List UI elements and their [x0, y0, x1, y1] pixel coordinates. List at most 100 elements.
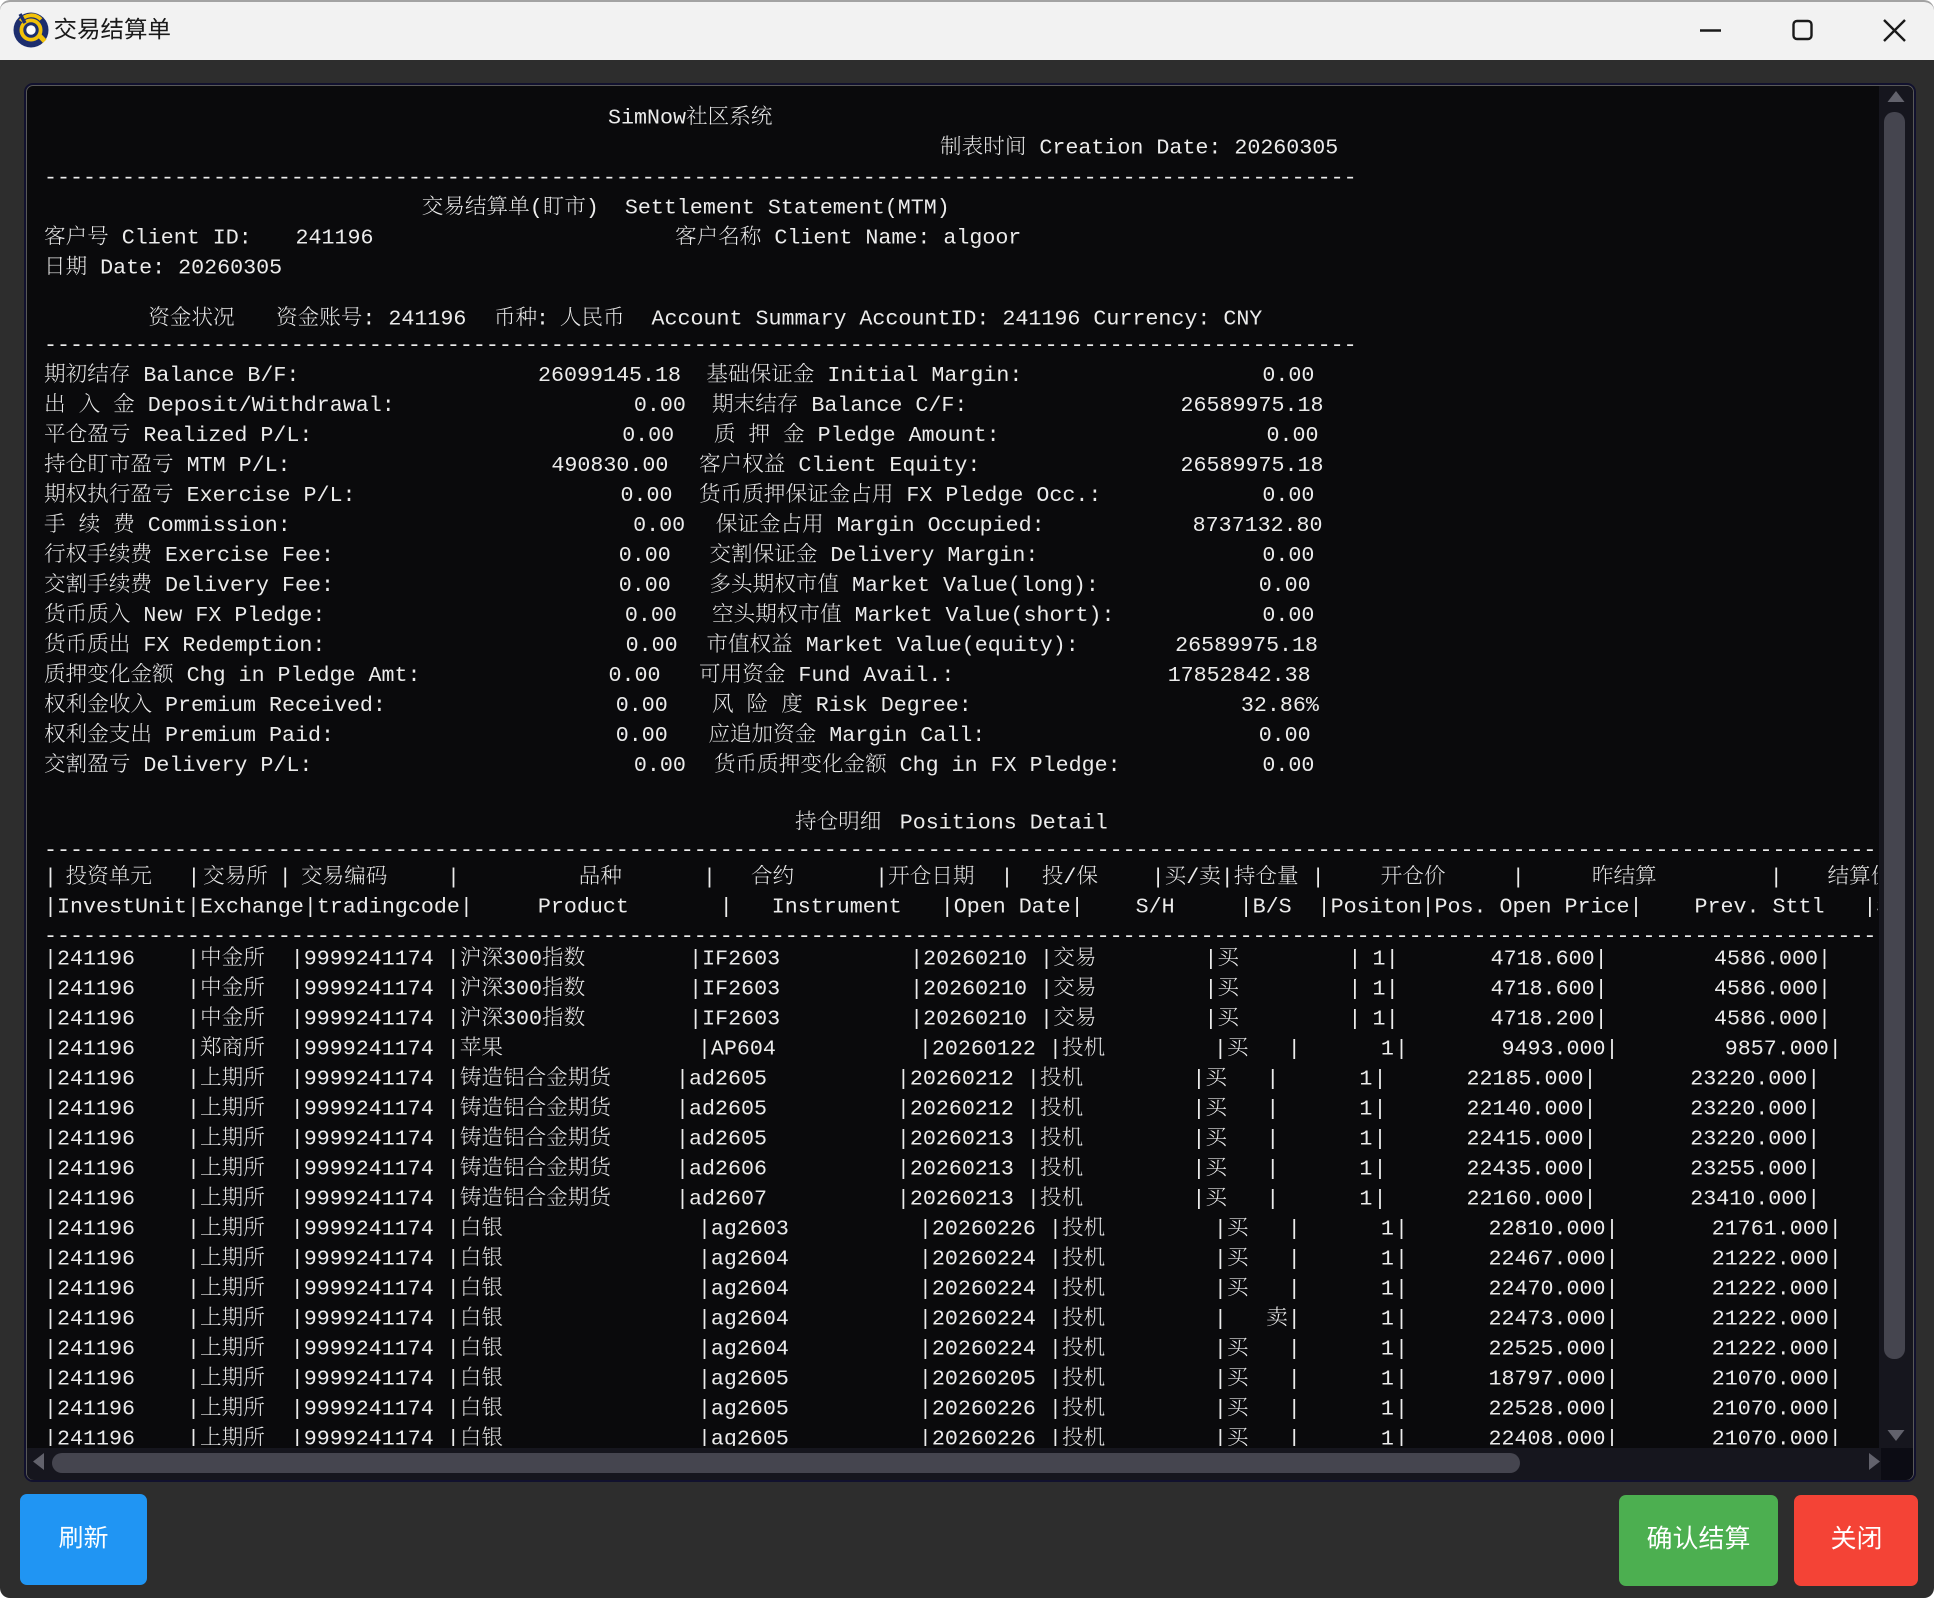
svg-text:|AP604 |20260122 |: |AP604 |20260122 | [503, 1037, 1062, 1062]
svg-text:0.00: 0.00 [1259, 723, 1311, 748]
svg-text:1: 1 [1381, 1217, 1394, 1242]
svg-text:4718.200: 4718.200 [1491, 1007, 1595, 1032]
svg-text:1: 1 [1381, 1247, 1394, 1272]
svg-text:|: | [447, 865, 460, 890]
svg-text:|: | [187, 865, 200, 890]
svg-text:23410.000: 23410.000 [1690, 1187, 1807, 1212]
svg-text:|: | [1606, 1037, 1619, 1062]
svg-text:|: | [1829, 1037, 1842, 1062]
svg-text:|IF2603 |20260210 |: |IF2603 |20260210 | [585, 947, 1053, 972]
svg-text:490830.00: 490830.00 [551, 453, 668, 478]
svg-text:) Settlement Statement(MTM): ) Settlement Statement(MTM) [586, 196, 950, 221]
svg-text:|: | [1386, 947, 1399, 972]
svg-text:|: | [1818, 1007, 1831, 1032]
svg-text:1: 1 [1373, 947, 1386, 972]
svg-text:|ag2605 |20260226 |: |ag2605 |20260226 | [503, 1397, 1062, 1422]
svg-text:|: | [1374, 1067, 1387, 1092]
svg-text:21222.000: 21222.000 [1712, 1277, 1829, 1302]
svg-text:21070.000: 21070.000 [1712, 1367, 1829, 1392]
svg-text:|: | [1395, 1337, 1408, 1362]
svg-text:|ag2604 |20260224 |: |ag2604 |20260224 | [503, 1307, 1062, 1332]
svg-text:|: | [1374, 1157, 1387, 1182]
svg-text:|: | [1386, 977, 1399, 1002]
svg-text:|: | [1288, 1397, 1301, 1422]
svg-text:0.00: 0.00 [1262, 483, 1314, 508]
svg-text:Chg in Pledge Amt:: Chg in Pledge Amt: [174, 663, 421, 688]
svg-text:|: | [1152, 865, 1165, 890]
svg-text:1: 1 [1381, 1367, 1394, 1392]
svg-text:0.00: 0.00 [625, 603, 677, 628]
svg-text:Pledge Amount:: Pledge Amount: [805, 423, 1000, 448]
svg-text:0.00: 0.00 [609, 663, 661, 688]
svg-text:Date: 20260305: Date: 20260305 [87, 256, 282, 281]
svg-text:|: | [1288, 1307, 1301, 1332]
svg-text:|241196 |: |241196 | [44, 1187, 200, 1212]
svg-text:|: | [1829, 1277, 1842, 1302]
svg-text:300: 300 [503, 977, 542, 1002]
svg-text:241196: 241196 [296, 226, 374, 251]
svg-text:|9999241174 |: |9999241174 | [265, 1217, 460, 1242]
svg-text:4586.000: 4586.000 [1714, 947, 1818, 972]
svg-text:|: | [1829, 1367, 1842, 1392]
svg-text:|241196 |: |241196 | [44, 1217, 200, 1242]
svg-text:Premium Received:: Premium Received: [152, 693, 386, 718]
svg-text:FX Pledge Occ.:: FX Pledge Occ.: [893, 483, 1101, 508]
svg-text:FX Redemption:: FX Redemption: [130, 633, 325, 658]
svg-text:|: | [1192, 1127, 1205, 1152]
svg-text:|: | [1807, 1127, 1820, 1152]
svg-text:|: | [1807, 1187, 1820, 1212]
svg-text:|: | [1829, 1337, 1842, 1362]
svg-text:|ag2605 |20260205 |: |ag2605 |20260205 | [503, 1367, 1062, 1392]
svg-text:|: | [1288, 1037, 1301, 1062]
svg-text:|9999241174 |: |9999241174 | [265, 1337, 460, 1362]
svg-text:|9999241174 |: |9999241174 | [265, 1127, 460, 1152]
svg-text:|: | [1829, 1307, 1842, 1332]
svg-text:0.00: 0.00 [634, 393, 686, 418]
svg-text:Market Value(equity):: Market Value(equity): [793, 633, 1079, 658]
svg-text:21761.000: 21761.000 [1712, 1217, 1829, 1242]
svg-text:|: | [875, 865, 888, 890]
svg-text:|: | [1288, 1277, 1301, 1302]
svg-text:------------------------------: ----------------------------------------… [44, 333, 1357, 358]
svg-text:|: | [1807, 1157, 1820, 1182]
svg-text:Chg in FX Pledge:: Chg in FX Pledge: [887, 753, 1121, 778]
svg-text:|241196 |: |241196 | [44, 1097, 200, 1122]
svg-text:0.00: 0.00 [1262, 603, 1314, 628]
svg-text:1: 1 [1373, 1007, 1386, 1032]
svg-text:|9999241174 |: |9999241174 | [265, 947, 460, 972]
svg-text:23220.000: 23220.000 [1690, 1097, 1807, 1122]
svg-text:1: 1 [1359, 1127, 1372, 1152]
svg-text:|ad2607 |20260213 |: |ad2607 |20260213 | [611, 1187, 1040, 1212]
svg-text:1: 1 [1359, 1067, 1372, 1092]
svg-text:|241196 |: |241196 | [44, 1427, 200, 1452]
svg-text:22473.000: 22473.000 [1489, 1307, 1606, 1332]
svg-text:8737132.80: 8737132.80 [1193, 513, 1323, 538]
svg-text:|: | [1770, 865, 1783, 890]
svg-text:22160.000: 22160.000 [1467, 1187, 1584, 1212]
svg-text:|241196 |: |241196 | [44, 1367, 200, 1392]
svg-text:|: | [1818, 977, 1831, 1002]
svg-text:|: | [1204, 977, 1217, 1002]
svg-text:|241196 |: |241196 | [44, 1037, 200, 1062]
svg-text:|: | [1395, 1277, 1408, 1302]
svg-text:|: | [1584, 1127, 1597, 1152]
svg-text:26589975.18: 26589975.18 [1181, 393, 1324, 418]
svg-text:1: 1 [1381, 1397, 1394, 1422]
svg-text:1: 1 [1359, 1187, 1372, 1212]
svg-text:22467.000: 22467.000 [1489, 1247, 1606, 1272]
svg-text:|: | [1395, 1397, 1408, 1422]
svg-text:|: | [1606, 1307, 1619, 1332]
svg-text:0.00: 0.00 [619, 573, 671, 598]
svg-text:|: | [1606, 1247, 1619, 1272]
svg-text:Client Equity:: Client Equity: [785, 453, 980, 478]
svg-text:22810.000: 22810.000 [1489, 1217, 1606, 1242]
svg-text:------------------------------: ----------------------------------------… [44, 924, 1928, 949]
svg-text:|: | [1266, 1097, 1279, 1122]
svg-text:300: 300 [503, 1007, 542, 1032]
svg-text:0.00: 0.00 [1262, 363, 1314, 388]
svg-text:|241196 |: |241196 | [44, 1397, 200, 1422]
svg-text:0.00: 0.00 [626, 633, 678, 658]
svg-text:|: | [1192, 1157, 1205, 1182]
svg-text:|ad2606 |20260213 |: |ad2606 |20260213 | [611, 1157, 1040, 1182]
svg-text:Fund Avail.:: Fund Avail.: [785, 663, 954, 688]
